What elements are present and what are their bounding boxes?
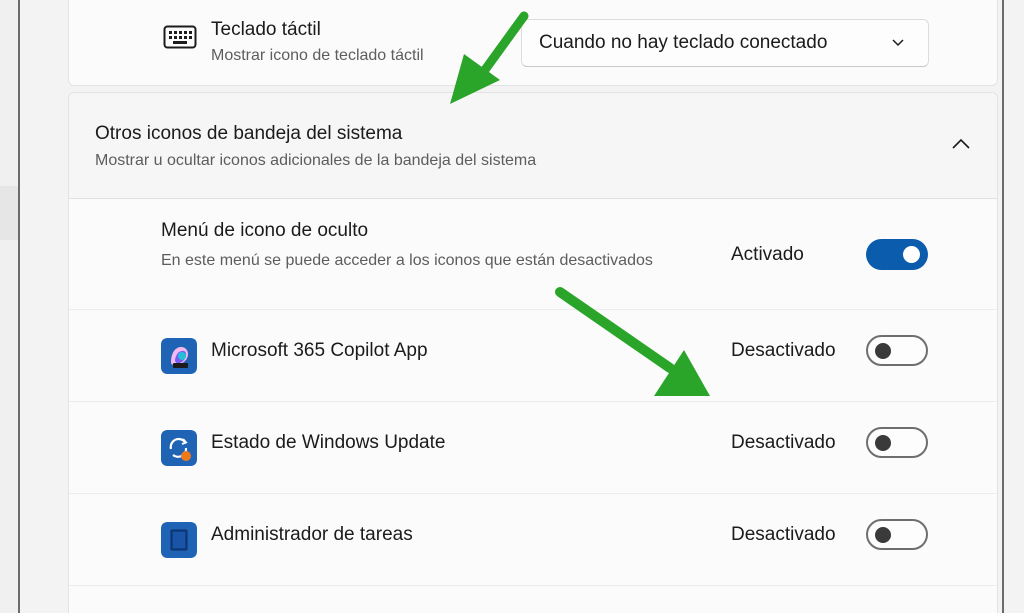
app-state: Desactivado xyxy=(731,340,836,361)
windows-update-toggle[interactable] xyxy=(866,427,928,458)
app-name: Microsoft 365 Copilot App xyxy=(211,340,428,361)
hidden-menu-subtitle: En este menú se puede acceder a los icon… xyxy=(161,252,653,269)
list-item-partial xyxy=(69,586,997,613)
app-name: Estado de Windows Update xyxy=(211,432,446,453)
task-manager-icon xyxy=(161,522,197,558)
dropdown-selected-value: Cuando no hay teclado conectado xyxy=(539,32,828,53)
settings-content: Teclado táctil Mostrar icono de teclado … xyxy=(22,0,1002,613)
app-name: Administrador de tareas xyxy=(211,524,413,545)
hidden-menu-toggle[interactable] xyxy=(866,239,928,270)
m365-copilot-icon xyxy=(161,338,197,374)
list-item: Microsoft 365 Copilot App Desactivado xyxy=(69,310,997,402)
toggle-knob xyxy=(875,435,891,451)
windows-update-icon xyxy=(161,430,197,466)
annotation-arrow-top xyxy=(450,11,529,104)
touch-keyboard-subtitle: Mostrar icono de teclado táctil xyxy=(211,47,424,64)
keyboard-icon xyxy=(163,25,197,49)
list-item: Estado de Windows Update Desactivado xyxy=(69,402,997,494)
hidden-icon-menu-row: Menú de icono de oculto En este menú se … xyxy=(69,200,997,310)
annotation-arrow-bottom xyxy=(555,287,710,396)
other-tray-icons-group: Otros iconos de bandeja del sistema Most… xyxy=(68,92,998,613)
nav-pane-edge xyxy=(0,186,18,240)
chevron-up-icon[interactable] xyxy=(951,137,971,151)
touch-keyboard-title: Teclado táctil xyxy=(211,19,321,40)
hidden-menu-title: Menú de icono de oculto xyxy=(161,220,369,241)
list-item: Administrador de tareas Desactivado xyxy=(69,494,997,586)
group-subtitle: Mostrar u ocultar iconos adicionales de … xyxy=(95,152,537,169)
hidden-menu-state: Activado xyxy=(731,244,804,265)
app-state: Desactivado xyxy=(731,432,836,453)
toggle-knob xyxy=(875,343,891,359)
group-title: Otros iconos de bandeja del sistema xyxy=(95,123,403,144)
left-window-edge xyxy=(0,0,20,613)
chevron-down-icon xyxy=(892,39,904,47)
task-manager-toggle[interactable] xyxy=(866,519,928,550)
toggle-knob xyxy=(903,246,920,263)
app-state: Desactivado xyxy=(731,524,836,545)
touch-keyboard-dropdown[interactable]: Cuando no hay teclado conectado xyxy=(521,19,929,67)
right-window-edge xyxy=(1002,0,1024,613)
toggle-knob xyxy=(875,527,891,543)
copilot-app-toggle[interactable] xyxy=(866,335,928,366)
